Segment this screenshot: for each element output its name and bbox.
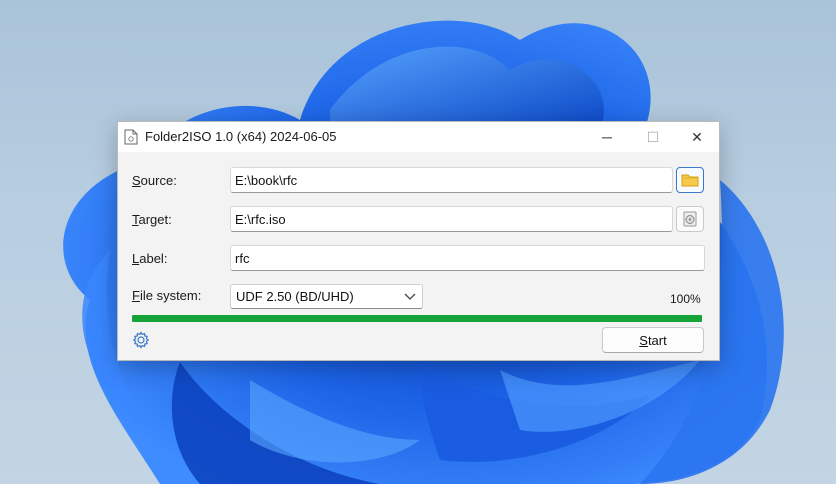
target-input[interactable]: E:\rfc.iso (230, 206, 673, 232)
filesystem-label-text: ile system: (139, 288, 202, 303)
start-button[interactable]: Start (602, 327, 704, 353)
target-label-text: arget: (138, 212, 172, 227)
target-input-value: E:\rfc.iso (235, 212, 286, 227)
window-title: Folder2ISO 1.0 (x64) 2024-06-05 (145, 129, 337, 144)
label-input[interactable]: rfc (230, 245, 705, 271)
source-input-value: E:\book\rfc (235, 173, 298, 188)
source-input[interactable]: E:\book\rfc (230, 167, 673, 193)
progress-bar (132, 315, 702, 322)
minimize-icon: ─ (602, 129, 612, 145)
filesystem-label-accelerator: F (132, 288, 140, 303)
title-bar[interactable]: Folder2ISO 1.0 (x64) 2024-06-05 ─ ☐ ✕ (118, 122, 719, 152)
label-label-text: abel: (139, 251, 168, 266)
disc-icon (683, 211, 697, 227)
folder-icon (681, 174, 699, 187)
chevron-down-icon (404, 293, 416, 300)
filesystem-select[interactable]: UDF 2.50 (BD/UHD) (230, 284, 423, 309)
source-label-accelerator: S (132, 173, 141, 188)
filesystem-label: File system: (132, 288, 201, 303)
document-icon (124, 129, 138, 145)
browse-source-button[interactable] (676, 167, 704, 193)
browse-target-button[interactable] (676, 206, 704, 232)
close-button[interactable]: ✕ (674, 122, 720, 152)
source-label: Source: (132, 173, 177, 188)
maximize-button[interactable]: ☐ (630, 122, 676, 152)
label-label: Label: (132, 251, 167, 266)
target-label: Target: (132, 212, 172, 227)
minimize-button[interactable]: ─ (584, 122, 630, 152)
maximize-icon: ☐ (646, 128, 660, 145)
start-label-text: tart (647, 332, 667, 348)
start-label-accelerator: S (639, 332, 648, 348)
gear-icon[interactable] (131, 330, 151, 350)
filesystem-select-value: UDF 2.50 (BD/UHD) (236, 289, 354, 304)
progress-percent: 100% (670, 292, 701, 306)
folder2iso-window: Folder2ISO 1.0 (x64) 2024-06-05 ─ ☐ ✕ So… (117, 121, 720, 361)
label-input-value: rfc (235, 251, 250, 266)
source-label-text: ource: (140, 173, 177, 188)
progress-fill (132, 315, 702, 322)
close-icon: ✕ (691, 128, 703, 145)
